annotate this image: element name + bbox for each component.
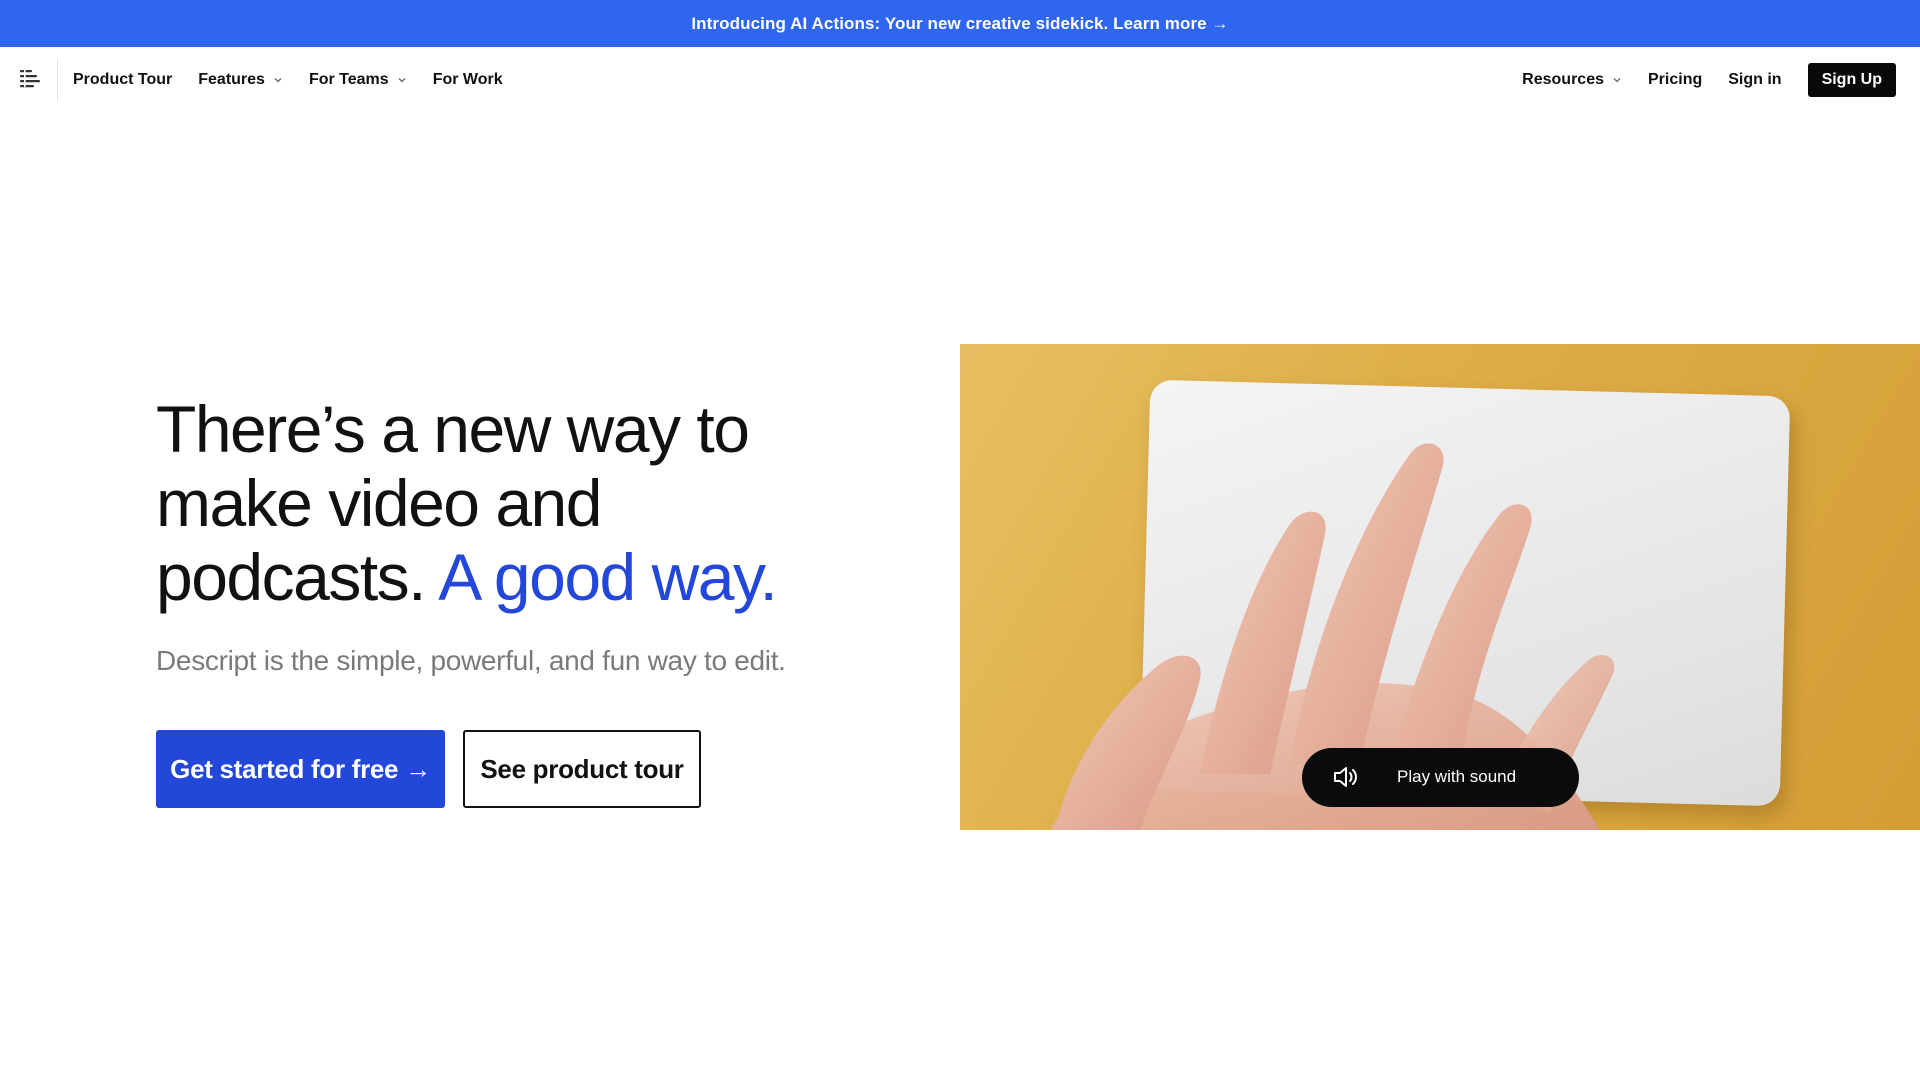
see-product-tour-button[interactable]: See product tour [463, 730, 701, 808]
play-with-sound-button[interactable]: Play with sound [1302, 748, 1579, 807]
nav-item-label: Features [198, 71, 265, 88]
speaker-icon [1334, 767, 1357, 787]
nav-item-label: Sign in [1728, 71, 1782, 88]
play-with-sound-label: Play with sound [1397, 767, 1517, 786]
nav-item-label: Pricing [1648, 71, 1703, 88]
chevron-down-icon [398, 78, 406, 83]
nav-item-for-teams[interactable]: For Teams [309, 71, 407, 89]
nav-item-sign-in[interactable]: Sign in [1728, 71, 1781, 89]
hero-title: There’s a new way to make video and podc… [156, 392, 856, 614]
get-started-button[interactable]: Get started for free → [156, 730, 445, 808]
sign-up-button[interactable]: Sign Up [1807, 63, 1896, 97]
nav-item-product-tour[interactable]: Product Tour [73, 71, 172, 89]
nav-item-label: For Teams [308, 71, 389, 88]
nav-item-label: Resources [1522, 71, 1604, 88]
nav-right-group: Resources Pricing Sign in Sign Up [1522, 47, 1896, 113]
nav-divider [57, 59, 58, 101]
nav-item-label: For Work [432, 71, 503, 88]
hero-title-accent: A good way. [438, 540, 778, 614]
hero-subtitle: Descript is the simple, powerful, and fu… [156, 645, 786, 676]
announcement-bar[interactable]: Introducing AI Actions: Your new creativ… [0, 0, 1920, 47]
top-nav: Product Tour Features For Teams For Work… [0, 47, 1920, 113]
announcement-link[interactable]: Introducing AI Actions: Your new creativ… [691, 14, 1228, 34]
nav-item-label: Product Tour [73, 71, 173, 88]
nav-item-features[interactable]: Features [198, 71, 283, 89]
nav-left-group: Product Tour Features For Teams For Work [73, 47, 529, 113]
nav-item-resources[interactable]: Resources [1522, 71, 1622, 89]
nav-item-for-work[interactable]: For Work [433, 71, 503, 89]
chevron-down-icon [274, 78, 282, 83]
hero-video[interactable]: Play with sound [960, 344, 1920, 830]
nav-item-pricing[interactable]: Pricing [1648, 71, 1702, 89]
chevron-down-icon [1613, 78, 1621, 83]
descript-logo-icon[interactable] [18, 67, 42, 91]
